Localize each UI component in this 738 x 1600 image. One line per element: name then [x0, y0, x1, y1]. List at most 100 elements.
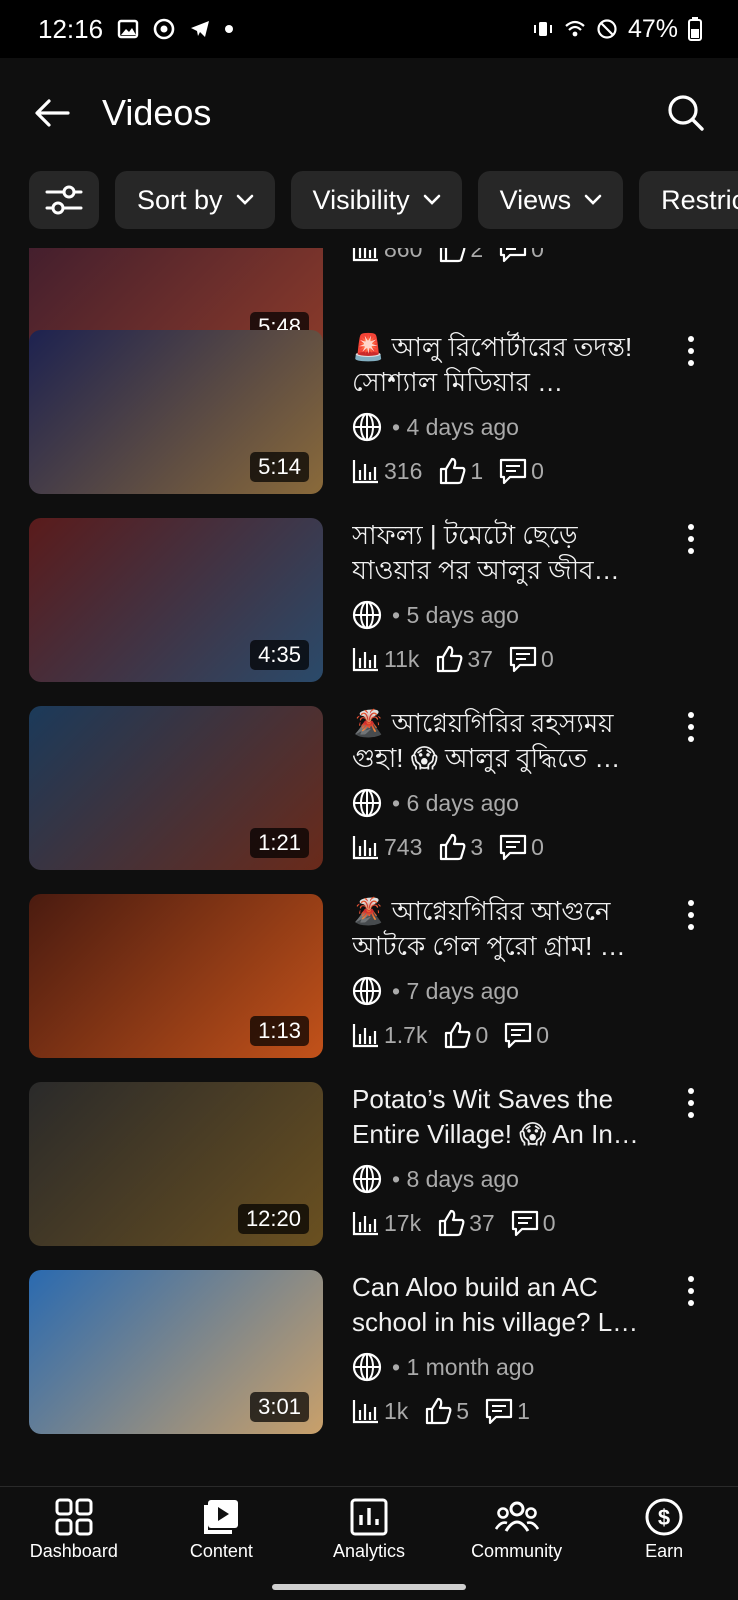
- sort-by-label: Sort by: [137, 184, 223, 215]
- thumbs-up-icon: [440, 833, 466, 861]
- visibility-line: • 7 days ago: [352, 974, 652, 1008]
- dot: [688, 360, 694, 366]
- likes-count: 1: [470, 457, 484, 484]
- views-label: Views: [499, 184, 572, 215]
- likes-count: 3: [470, 833, 484, 860]
- video-meta: 860 2 0: [352, 248, 652, 266]
- nav-label: Earn: [645, 1541, 684, 1561]
- more-options-button[interactable]: [684, 1088, 698, 1118]
- video-thumbnail[interactable]: 1:13: [29, 894, 323, 1058]
- upload-age: • 5 days ago: [392, 601, 519, 628]
- video-title[interactable]: Can Aloo build an AC school in his villa…: [352, 1270, 652, 1340]
- views-count: 11k: [384, 645, 420, 672]
- views-chart-icon: [352, 1212, 378, 1236]
- thumbs-up-icon: [440, 248, 466, 263]
- wifi-icon: [565, 20, 585, 37]
- dot: [688, 1300, 694, 1306]
- sort-by-chip[interactable]: Sort by: [115, 171, 275, 229]
- views-count: 743: [384, 833, 423, 860]
- video-title[interactable]: Potato’s Wit Saves the Entire Village! 😱…: [352, 1082, 652, 1152]
- video-row[interactable]: 5:14 🚨 আলু রিপোর্টারের তদন্ত! সোশ্যাল মিড…: [0, 330, 738, 494]
- app-header: Videos: [0, 58, 738, 168]
- video-duration: 1:21: [250, 828, 309, 858]
- video-meta: Potato’s Wit Saves the Entire Village! 😱…: [352, 1082, 652, 1240]
- video-stats: 316 1 0: [352, 454, 652, 488]
- views-stat: 860: [352, 248, 422, 263]
- more-options-button[interactable]: [684, 900, 698, 930]
- nav-community[interactable]: Community: [447, 1497, 587, 1600]
- nav-content[interactable]: Content: [151, 1497, 291, 1600]
- video-title[interactable]: 🚨 আলু রিপোর্টারের তদন্ত! সোশ্যাল মিডিয়া…: [352, 330, 652, 400]
- vibrate-icon: [533, 22, 552, 36]
- likes-count: 37: [467, 645, 493, 672]
- likes-stat: 0: [443, 1021, 488, 1049]
- more-options-button[interactable]: [684, 524, 698, 554]
- video-row[interactable]: 4:35 সাফল্য | টমেটো ছেড়ে যাওয়ার পর আলুর…: [0, 518, 738, 682]
- visibility-chip[interactable]: Visibility: [290, 171, 462, 229]
- video-title[interactable]: 🌋 আগ্নেয়গিরির রহস্যময় গুহা! 😱 আলুর বুদ…: [352, 706, 652, 776]
- status-time: 12:16: [38, 13, 104, 44]
- dot: [688, 736, 694, 742]
- dot: [688, 348, 694, 354]
- filter-sliders-icon: [45, 185, 83, 215]
- dnd-icon: [597, 19, 617, 39]
- comment-icon: [500, 834, 527, 861]
- visibility-line: • 6 days ago: [352, 786, 652, 820]
- visibility-line: • 4 days ago: [352, 410, 652, 444]
- dashboard-icon: [55, 1498, 93, 1536]
- nav-dashboard[interactable]: Dashboard: [4, 1497, 144, 1600]
- comments-stat: 0: [499, 457, 544, 485]
- video-duration: 12:20: [237, 1204, 309, 1234]
- views-count: 1.7k: [384, 1021, 428, 1048]
- likes-stat: 1: [438, 457, 483, 485]
- filter-settings-chip[interactable]: [29, 171, 99, 229]
- video-meta: 🚨 আলু রিপোর্টারের তদন্ত! সোশ্যাল মিডিয়া…: [352, 330, 652, 488]
- search-icon: [668, 95, 704, 131]
- video-title[interactable]: সাফল্য | টমেটো ছেড়ে যাওয়ার পর আলুর জীব…: [352, 518, 652, 588]
- visibility-line: • 1 month ago: [352, 1350, 652, 1384]
- community-icon: [494, 1501, 539, 1532]
- upload-age: • 1 month ago: [392, 1353, 535, 1380]
- video-thumbnail[interactable]: 3:01: [29, 1270, 323, 1434]
- video-stats: 17k 37 0: [352, 1206, 652, 1240]
- public-globe-icon: [352, 788, 382, 818]
- video-row[interactable]: 1:21 🌋 আগ্নেয়গিরির রহস্যময় গুহা! 😱 আলুর…: [0, 706, 738, 870]
- comment-icon: [511, 1210, 538, 1237]
- status-left: 12:16: [38, 13, 234, 45]
- views-stat: 1.7k: [352, 1022, 427, 1049]
- video-row[interactable]: 1:13 🌋 আগ্নেয়গিরির আগুনে আটকে গেল পুরো গ…: [0, 894, 738, 1058]
- video-thumbnail[interactable]: 12:20: [29, 1082, 323, 1246]
- video-stats: 1k 5 1: [352, 1394, 652, 1428]
- more-options-button[interactable]: [684, 712, 698, 742]
- likes-count: 2: [470, 248, 484, 262]
- video-duration: 1:13: [250, 1016, 309, 1046]
- dot: [688, 524, 694, 530]
- video-thumbnail[interactable]: 5:14: [29, 330, 323, 494]
- comments-count: 1: [517, 1397, 530, 1424]
- comments-count: 0: [531, 248, 544, 262]
- status-right: 47%: [532, 15, 702, 44]
- restrictions-chip[interactable]: Restric: [639, 171, 738, 229]
- video-meta: Can Aloo build an AC school in his villa…: [352, 1270, 652, 1428]
- gallery-icon: [117, 19, 139, 39]
- back-button[interactable]: [30, 91, 74, 135]
- views-count: 316: [384, 457, 423, 484]
- video-duration: 4:35: [250, 640, 309, 670]
- video-row[interactable]: 3:01 Can Aloo build an AC school in his v…: [0, 1270, 738, 1434]
- more-options-button[interactable]: [684, 1276, 698, 1306]
- views-chip[interactable]: Views: [477, 171, 624, 229]
- video-row[interactable]: 12:20 Potato’s Wit Saves the Entire Villa…: [0, 1082, 738, 1246]
- restrictions-label: Restric: [661, 184, 738, 215]
- search-button[interactable]: [664, 91, 708, 135]
- nav-earn[interactable]: $ Earn: [594, 1497, 734, 1600]
- thumbs-up-icon: [426, 1397, 452, 1425]
- likes-count: 37: [469, 1209, 495, 1236]
- more-options-button[interactable]: [684, 336, 698, 366]
- video-thumbnail[interactable]: 1:21: [29, 706, 323, 870]
- views-chart-icon: [352, 1400, 378, 1424]
- video-list[interactable]: 5:48 860 2 0 5:14 🚨 আলু রিপোর্টারের তদন্ত! সো…: [0, 248, 738, 1486]
- video-thumbnail[interactable]: 4:35: [29, 518, 323, 682]
- comment-icon: [500, 248, 527, 263]
- video-title[interactable]: 🌋 আগ্নেয়গিরির আগুনে আটকে গেল পুরো গ্রাম…: [352, 894, 652, 964]
- content-icon: [204, 1500, 239, 1534]
